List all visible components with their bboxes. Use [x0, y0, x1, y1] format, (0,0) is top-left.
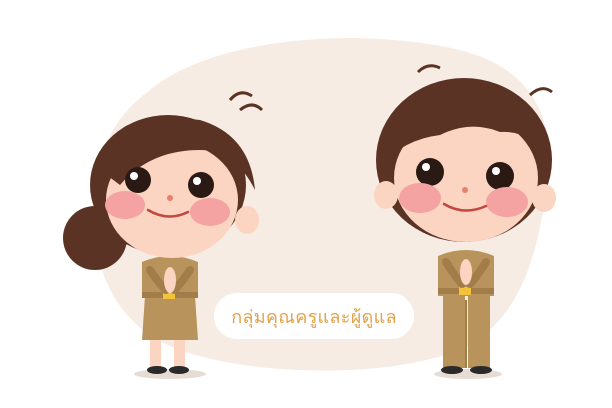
group-label-pill: กลุ่มคุณครูและผู้ดูแล — [214, 293, 414, 339]
illustration — [63, 38, 556, 379]
illustration-stage: กลุ่มคุณครูและผู้ดูแล — [0, 0, 612, 408]
group-label-text: กลุ่มคุณครูและผู้ดูแล — [231, 306, 397, 328]
